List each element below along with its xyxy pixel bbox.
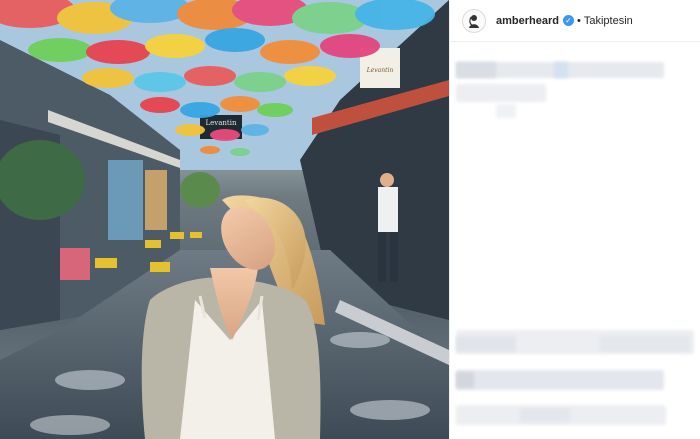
header-separator: • <box>576 14 581 27</box>
post-photo[interactable]: Levantin Levantin <box>0 0 449 439</box>
avatar-image <box>469 14 479 28</box>
follow-status-button[interactable]: Takiptesin <box>584 15 633 27</box>
post-header: amberheard ✓ • Takiptesin <box>450 0 700 42</box>
shop-sign-lower: Levantin <box>200 117 242 129</box>
shop-sign-upper: Levantin <box>360 60 400 82</box>
shop-sign-upper-text: Levantin <box>366 67 394 74</box>
post-side-panel: amberheard ✓ • Takiptesin <box>449 0 700 439</box>
profile-avatar-icon[interactable] <box>462 8 486 33</box>
verified-badge-icon: ✓ <box>562 15 574 26</box>
shop-sign-lower-text: Levantin <box>205 119 237 127</box>
username-link[interactable]: amberheard <box>496 15 559 27</box>
